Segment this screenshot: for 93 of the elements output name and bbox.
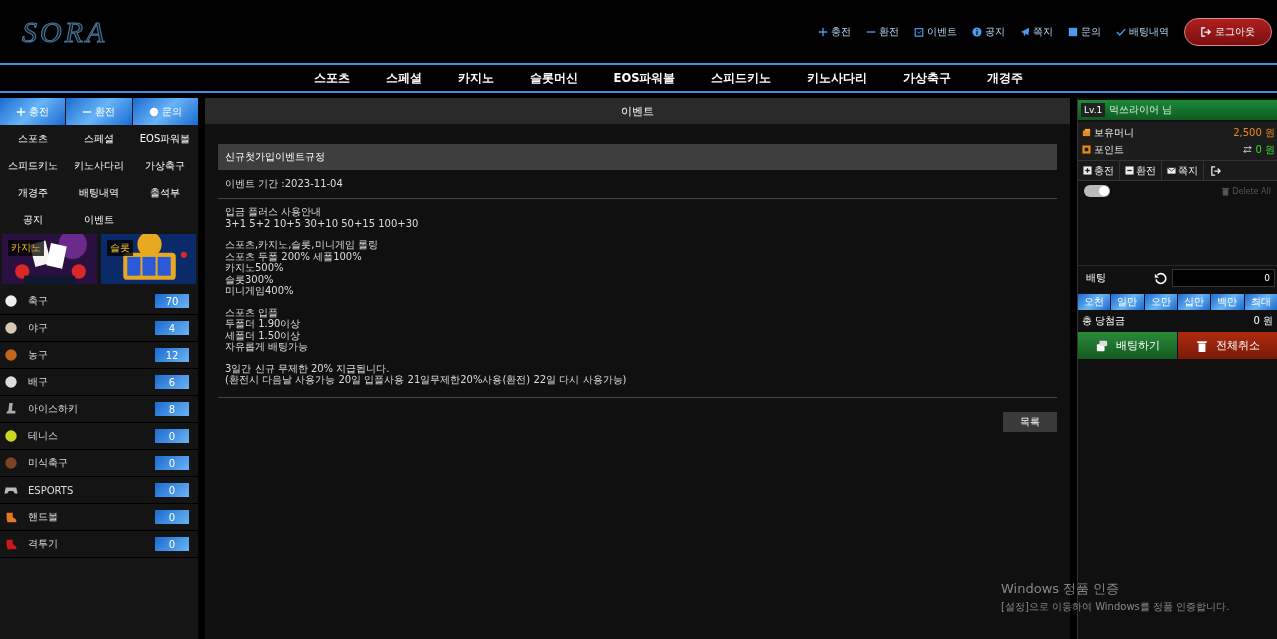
nav-link[interactable]: 키노사다리 <box>807 70 868 86</box>
coins-icon <box>1095 339 1108 352</box>
ball-icon <box>4 348 18 362</box>
plus-icon <box>16 106 27 117</box>
nav-link[interactable]: 스피드키노 <box>711 70 772 86</box>
ball-icon <box>4 321 18 335</box>
menu-link[interactable]: 스포츠 <box>0 125 66 152</box>
plus-icon <box>1083 166 1092 175</box>
nav-link[interactable]: 슬롯머신 <box>529 70 578 86</box>
check-icon <box>1116 26 1126 37</box>
count-badge: 6 <box>155 375 189 389</box>
header-link[interactable]: 쪽지 <box>1020 24 1053 39</box>
count-badge: 70 <box>155 294 189 308</box>
win-label: 총 당첨금 <box>1082 314 1126 328</box>
menu-link[interactable]: 출석부 <box>132 179 198 206</box>
plane-icon <box>1020 26 1030 37</box>
article-paragraph: 스포츠 입플 두폴더 1.90이상 세폴더 1.50이상 자유롭게 배팅가능 <box>225 306 310 353</box>
header-link[interactable]: 이벤트 <box>914 24 957 39</box>
point-icon <box>1082 145 1091 154</box>
menu-link[interactable]: 배팅내역 <box>66 179 132 206</box>
article-paragraph: 스포츠,카지노,슬롯,미니게임 롤링 스포츠 두폴 200% 세폴100% 카지노500% 슬롯300% 미니게임400% <box>225 239 379 297</box>
win-value: 0 원 <box>1253 314 1273 328</box>
banner-label: 카지노 <box>8 240 44 256</box>
menu-link[interactable]: EOS파워볼 <box>132 125 198 152</box>
menu-link[interactable]: 스페셜 <box>66 125 132 152</box>
point-value: 0 원 <box>1255 142 1275 157</box>
money-label: 보유머니 <box>1094 125 1135 140</box>
menu-link[interactable]: 공지 <box>0 206 66 233</box>
header-link[interactable]: 문의 <box>1068 24 1101 39</box>
menu-link[interactable]: 키노사다리 <box>66 152 132 179</box>
point-label: 포인트 <box>1094 142 1125 157</box>
article-paragraph: 3일간 신규 무제한 20% 지급됩니다. (환전시 다음날 사용가능 20일 입플사용 21일무제한20%사용(환전) 22일 다시 사용가능) <box>225 362 628 386</box>
nav-link[interactable]: 카지노 <box>457 70 494 86</box>
banner-label: 슬롯 <box>107 240 133 256</box>
article-title: 신규첫가입이벤트규정 <box>218 144 1057 170</box>
bet-button[interactable]: 배팅하기 <box>1078 332 1177 359</box>
cancel-all-button[interactable]: 전체취소 <box>1178 332 1277 359</box>
skate-icon <box>4 402 18 416</box>
count-badge: 0 <box>155 483 189 497</box>
activation-text: [설정]으로 이동하여 Windows를 정품 인증합니다. <box>1001 600 1230 614</box>
count-badge: 0 <box>155 510 189 524</box>
count-badge: 0 <box>155 429 189 443</box>
article-paragraph: 입금 플러스 사용안내 3+1 5+2 10+5 30+10 50+15 100+30 <box>225 206 420 229</box>
nav-link[interactable]: 스포츠 <box>313 70 350 86</box>
nav-link[interactable]: 스페셜 <box>385 70 422 86</box>
info-icon <box>148 106 159 117</box>
ball-icon <box>4 294 18 308</box>
level-badge: Lv.1 <box>1081 103 1106 117</box>
trash-icon <box>1195 339 1208 352</box>
bet-amount-field[interactable]: 0 <box>1172 269 1275 287</box>
slip-tab[interactable]: 쪽지 <box>1162 161 1204 180</box>
menu-link[interactable]: 스피드키노 <box>0 152 66 179</box>
ball-icon <box>4 429 18 443</box>
count-badge: 12 <box>155 348 189 362</box>
nav-link[interactable]: 가상축구 <box>903 70 952 86</box>
count-badge: 8 <box>155 402 189 416</box>
ball-icon <box>4 375 18 389</box>
slip-tab[interactable]: 충전 <box>1078 161 1120 180</box>
header-link[interactable]: 배팅내역 <box>1116 24 1169 39</box>
nav-link[interactable]: EOS파워볼 <box>613 70 676 86</box>
slip-tab[interactable]: 환전 <box>1120 161 1162 180</box>
bet-label: 배팅 <box>1086 271 1107 285</box>
menu-link[interactable]: 이벤트 <box>66 206 132 233</box>
menu-link[interactable]: 개경주 <box>0 179 66 206</box>
nav-link[interactable]: 개경주 <box>987 70 1024 86</box>
trash-icon <box>1221 186 1231 196</box>
count-badge: 4 <box>155 321 189 335</box>
list-button[interactable]: 목록 <box>1003 411 1057 432</box>
envelope-icon <box>1167 166 1176 175</box>
header-link[interactable]: 공지 <box>972 24 1005 39</box>
menu-link[interactable]: 가상축구 <box>132 152 198 179</box>
info-icon <box>972 26 982 37</box>
square-icon <box>1068 26 1078 37</box>
minus-icon <box>1125 166 1134 175</box>
event-period: 이벤트 기간 :2023-11-04 <box>218 170 1057 199</box>
ball-icon <box>4 456 18 470</box>
page-title: 이벤트 <box>205 98 1070 124</box>
count-badge: 0 <box>155 537 189 551</box>
exit-icon <box>1201 26 1211 37</box>
plus-icon <box>818 26 828 37</box>
count-badge: 0 <box>155 456 189 470</box>
coins-icon <box>1082 128 1091 137</box>
exit-icon[interactable] <box>1211 165 1221 176</box>
reset-icon[interactable] <box>1154 271 1167 285</box>
logout-button[interactable]: 로그아웃 <box>1184 17 1272 46</box>
toggle-switch[interactable] <box>1084 185 1110 197</box>
header-link[interactable]: 충전 <box>818 24 851 39</box>
header-link[interactable]: 환전 <box>866 24 899 39</box>
user-name: 먹쓰라이어 님 <box>1109 103 1173 117</box>
activation-title: Windows 정품 인증 <box>1001 580 1121 598</box>
calendar-icon <box>914 26 924 37</box>
money-value: 2,500 원 <box>1233 125 1275 140</box>
exchange-icon[interactable] <box>1243 145 1253 154</box>
